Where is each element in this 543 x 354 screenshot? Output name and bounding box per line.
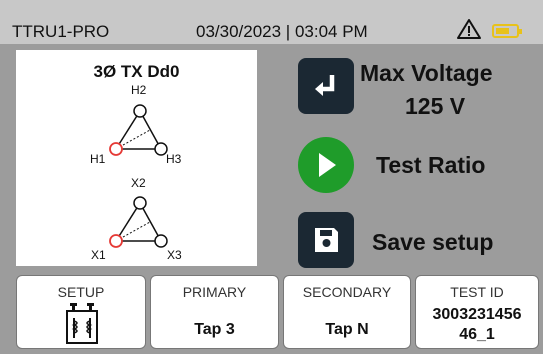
node-label-x2: X2: [131, 176, 146, 190]
tab-test-id[interactable]: TEST ID 3003231456 46_1: [415, 275, 539, 349]
test-ratio-button[interactable]: [298, 137, 354, 193]
tab-test-id-label: TEST ID: [450, 284, 504, 300]
test-id-line-2: 46_1: [459, 326, 495, 343]
node-label-x3: X3: [167, 248, 182, 262]
primary-delta: H2 H1 H3: [90, 83, 182, 166]
date-time: 03/30/2023 | 03:04 PM: [196, 22, 368, 41]
tab-secondary[interactable]: SECONDARY Tap N: [283, 275, 411, 349]
test-id-value: 3003231456 46_1: [416, 305, 538, 345]
node-label-h2: H2: [131, 83, 147, 97]
save-disk-icon: [315, 228, 338, 252]
play-icon: [319, 153, 336, 177]
device-name: TTRU1-PRO: [12, 22, 110, 41]
tab-primary-label: PRIMARY: [182, 284, 247, 300]
tab-secondary-label: SECONDARY: [302, 284, 392, 300]
secondary-delta: X2 X1 X3: [91, 176, 182, 262]
tab-secondary-value: Tap N: [325, 321, 369, 338]
enter-return-icon: [315, 75, 335, 96]
save-setup-label[interactable]: Save setup: [372, 229, 493, 256]
tab-setup[interactable]: SETUP: [16, 275, 146, 349]
tab-primary-value: Tap 3: [194, 321, 235, 338]
delta-delta-diagram: H2 H1 H3 X2 X1 X3: [90, 83, 182, 262]
test-ratio-label[interactable]: Test Ratio: [376, 152, 485, 179]
app-screen: TTRU1-PRO 03/30/2023 | 03:04 PM 3Ø TX Dd…: [0, 0, 543, 354]
status-bar: TTRU1-PRO 03/30/2023 | 03:04 PM: [0, 0, 543, 44]
transformer-icon: [66, 303, 98, 344]
save-setup-button[interactable]: [298, 212, 354, 268]
node-label-h3: H3: [166, 152, 182, 166]
warning-triangle-icon[interactable]: [456, 18, 482, 45]
test-id-line-1: 3003231456: [432, 306, 522, 323]
tab-primary[interactable]: PRIMARY Tap 3: [150, 275, 279, 349]
max-voltage-label: Max Voltage: [360, 60, 493, 86]
max-voltage-value[interactable]: 125 V: [405, 93, 465, 120]
node-label-x1: X1: [91, 248, 106, 262]
connection-diagram: 3Ø TX Dd0 H2 H1 H3 X2 X1 X3: [16, 50, 257, 266]
battery-icon: [492, 24, 522, 38]
node-label-h1: H1: [90, 152, 106, 166]
max-voltage-button[interactable]: [298, 58, 354, 114]
